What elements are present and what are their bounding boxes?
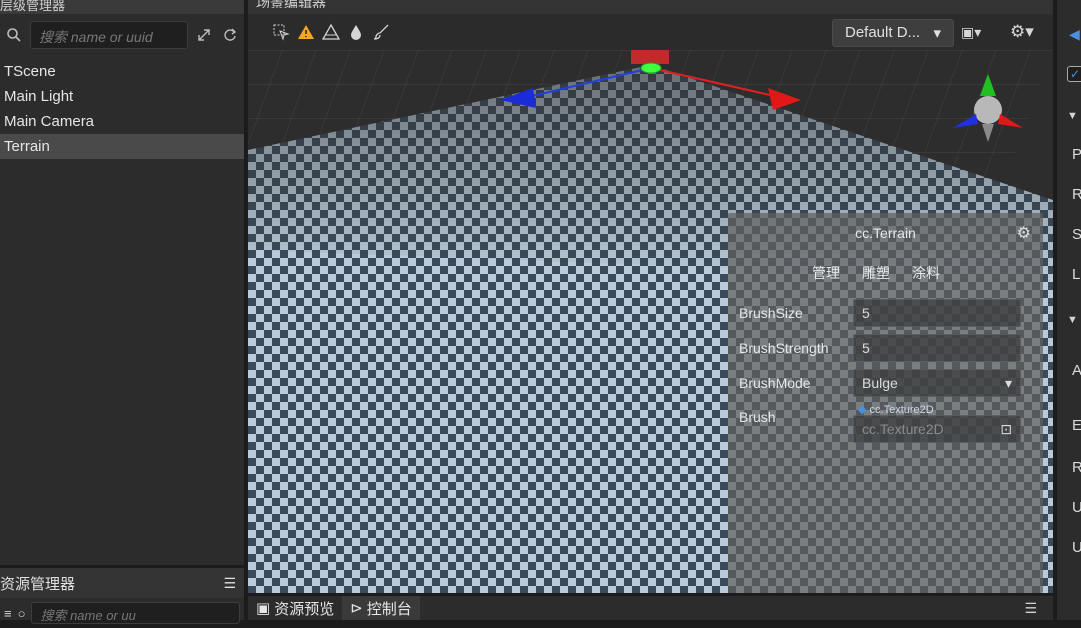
- search-icon[interactable]: [4, 25, 24, 45]
- collapse-left-icon[interactable]: ◀: [1069, 26, 1080, 43]
- camera-select-value: Default D...: [845, 24, 921, 41]
- smooth-terrain-icon[interactable]: [318, 20, 343, 45]
- chevron-down-icon[interactable]: ▼: [1067, 110, 1078, 122]
- bottom-tab-bar: ▣ 资源预览 ⊳ 控制台 ☰: [248, 596, 1053, 620]
- hierarchy-search-input[interactable]: 搜索 name or uuid: [30, 21, 188, 49]
- hierarchy-panel: 层级管理器 搜索 name or uuid TScene Main Light …: [0, 0, 245, 565]
- gear-icon[interactable]: ⚙: [1017, 223, 1031, 243]
- expand-icon[interactable]: [194, 25, 214, 45]
- brush-asset-value: cc.Texture2D: [862, 421, 944, 437]
- tab-console-label: 控制台: [366, 600, 412, 618]
- tab-asset-preview[interactable]: ▣ 资源预览: [248, 596, 342, 620]
- tab-manage[interactable]: 管理: [808, 263, 844, 283]
- tree-item-terrain[interactable]: Terrain: [0, 134, 244, 159]
- brush-asset-field[interactable]: cc.Texture2D ⊡: [853, 415, 1021, 443]
- image-icon: ▣: [256, 600, 271, 617]
- checkbox-enabled[interactable]: ✓: [1067, 66, 1081, 82]
- tab-sculpt[interactable]: 雕塑: [858, 263, 894, 283]
- scene-tab[interactable]: 场景编辑器: [256, 0, 326, 8]
- assets-panel: 资源管理器 ☰ ≡ ○ 搜索 name or uu: [0, 568, 245, 624]
- scene-tab-title: 场景编辑器: [256, 0, 326, 8]
- gear-icon[interactable]: ⚙▾: [1010, 22, 1034, 42]
- terrain-tabs: 管理 雕塑 涂料: [808, 263, 944, 283]
- inspector-label-l: L: [1072, 266, 1081, 283]
- inspector-label-e: E: [1072, 417, 1081, 434]
- inspector-label-a: A: [1072, 362, 1081, 379]
- brush-mode-select[interactable]: Bulge ▾: [853, 369, 1021, 397]
- terrain-panel: cc.Terrain ⚙ 管理 雕塑 涂料 BrushSize 5 BrushS…: [728, 213, 1043, 593]
- brush-strength-input[interactable]: 5: [853, 334, 1021, 362]
- tab-console[interactable]: ⊳ 控制台: [342, 596, 420, 620]
- camera-view-icon[interactable]: ▣▾: [961, 24, 981, 41]
- select-tool-icon[interactable]: [268, 20, 293, 45]
- brush-strength-label: BrushStrength: [739, 340, 829, 356]
- chevron-down-icon: ▾: [1004, 375, 1012, 391]
- terminal-icon: ⊳: [350, 600, 363, 617]
- camera-select[interactable]: Default D... ▾: [832, 19, 954, 47]
- inspector-label-s: S: [1072, 226, 1081, 243]
- menu-icon[interactable]: ☰: [223, 575, 236, 592]
- tab-asset-preview-label: 资源预览: [274, 600, 335, 618]
- chevron-down-icon: ▾: [933, 25, 941, 42]
- chevron-down-icon[interactable]: ▼: [1067, 314, 1078, 326]
- hierarchy-tab[interactable]: 层级管理器: [0, 0, 244, 14]
- scene-tab-bar: [248, 0, 1053, 14]
- list-icon[interactable]: ≡: [4, 606, 12, 621]
- gizmo-center-icon[interactable]: [631, 50, 669, 64]
- raise-terrain-icon[interactable]: [293, 20, 318, 45]
- tree-item-main-camera[interactable]: Main Camera: [0, 109, 244, 134]
- locate-asset-icon[interactable]: ⊡: [1000, 421, 1012, 437]
- brush-size-label: BrushSize: [739, 305, 803, 321]
- assets-search-input[interactable]: 搜索 name or uu: [31, 602, 240, 624]
- inspector-panel: ◀ ✓ ▼ P R S L ▼ A E R U U: [1056, 0, 1081, 620]
- inspector-label-p: P: [1072, 146, 1081, 163]
- hierarchy-tab-title: 层级管理器: [0, 0, 66, 13]
- refresh-icon[interactable]: [220, 25, 240, 45]
- tree-item-main-light[interactable]: Main Light: [0, 84, 244, 109]
- brush-label: Brush: [739, 409, 776, 425]
- drop-icon[interactable]: [343, 20, 368, 45]
- brush-mode-label: BrushMode: [739, 375, 811, 391]
- menu-icon[interactable]: ☰: [1024, 600, 1037, 617]
- brush-icon[interactable]: [368, 20, 393, 45]
- brush-mode-value: Bulge: [862, 375, 898, 391]
- tree-item-tscene[interactable]: TScene: [0, 59, 244, 84]
- inspector-label-u: U: [1072, 499, 1081, 516]
- inspector-label-r: R: [1072, 186, 1081, 203]
- search-icon[interactable]: ○: [18, 606, 26, 621]
- inspector-label-r2: R: [1072, 459, 1081, 476]
- tab-paint[interactable]: 涂料: [908, 263, 944, 283]
- brush-size-input[interactable]: 5: [853, 299, 1021, 327]
- terrain-panel-title: cc.Terrain: [855, 225, 916, 241]
- assets-tab-title: 资源管理器: [0, 575, 76, 593]
- inspector-label-u2: U: [1072, 539, 1081, 556]
